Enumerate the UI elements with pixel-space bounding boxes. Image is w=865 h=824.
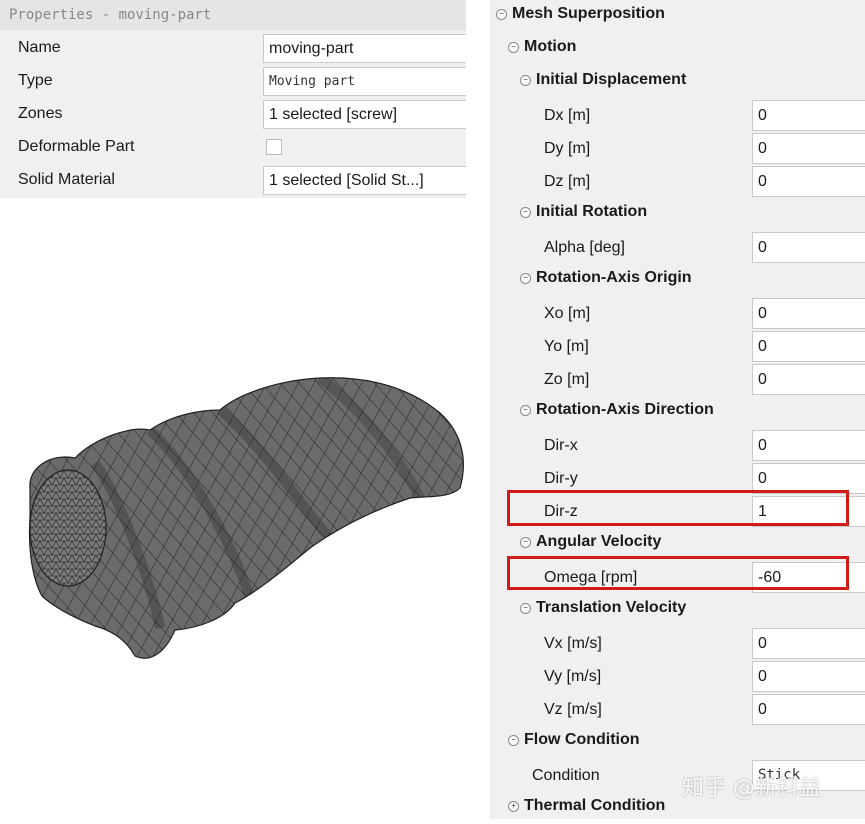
vy-input[interactable]: 0 [752,661,865,692]
tree-group-label: Rotation-Axis Direction [536,401,714,418]
collapse-toggle-icon[interactable]: − [520,603,531,614]
tree-row-omega: Omega [rpm] -60 [490,561,865,594]
tree-row-mesh-superposition[interactable]: − Mesh Superposition [490,0,865,33]
omega-input[interactable]: -60 [752,562,865,593]
type-field[interactable]: Moving part [263,67,466,96]
3d-viewport[interactable] [0,198,466,819]
vx-input[interactable]: 0 [752,628,865,659]
collapse-toggle-icon[interactable]: − [520,405,531,416]
tree-row-translation-velocity[interactable]: − Translation Velocity [490,594,865,627]
tree-row-dz: Dz [m] 0 [490,165,865,198]
field-label: Dir-x [544,437,578,454]
field-label: Dx [m] [544,107,591,124]
field-label: Zo [m] [544,371,590,388]
tree-group-label: Motion [524,38,577,55]
tree-group-label: Flow Condition [524,731,640,748]
tree-row-motion[interactable]: − Motion [490,33,865,66]
collapse-toggle-icon[interactable]: − [520,537,531,548]
property-row-type: Type Moving part [0,65,466,98]
xo-input[interactable]: 0 [752,298,865,329]
tree-row-angular-velocity[interactable]: − Angular Velocity [490,528,865,561]
dy-input[interactable]: 0 [752,133,865,164]
solid-material-field[interactable]: 1 selected [Solid St...] [263,166,466,195]
tree-row-initial-displacement[interactable]: − Initial Displacement [490,66,865,99]
property-label: Solid Material [18,171,115,188]
tree-row-yo: Yo [m] 0 [490,330,865,363]
tree-group-label: Initial Rotation [536,203,648,220]
tree-row-initial-rotation[interactable]: − Initial Rotation [490,198,865,231]
tree-row-flow-condition[interactable]: − Flow Condition [490,726,865,759]
tree-row-vz: Vz [m/s] 0 [490,693,865,726]
yo-input[interactable]: 0 [752,331,865,362]
tree-group-label: Thermal Condition [524,797,666,814]
collapse-toggle-icon[interactable]: − [520,273,531,284]
collapse-toggle-icon[interactable]: − [508,735,519,746]
tree-row-alpha: Alpha [deg] 0 [490,231,865,264]
mesh-superposition-tree: − Mesh Superposition − Motion − Initial Dis… [490,0,865,819]
tree-row-dy: Dy [m] 0 [490,132,865,165]
property-row-deformable: Deformable Part [0,131,466,164]
vz-input[interactable]: 0 [752,694,865,725]
alpha-input[interactable]: 0 [752,232,865,263]
property-row-zones: Zones 1 selected [screw] [0,98,466,131]
watermark: 知乎 @新科益 [682,776,821,801]
property-label: Deformable Part [18,138,135,155]
tree-row-xo: Xo [m] 0 [490,297,865,330]
tree-row-dir-z: Dir-z 1 [490,495,865,528]
dz-input[interactable]: 0 [752,166,865,197]
tree-group-label: Angular Velocity [536,533,662,550]
properties-panel: Properties - moving-part Name moving-par… [0,0,466,819]
field-label: Vy [m/s] [544,668,602,685]
tree-row-rotation-axis-direction[interactable]: − Rotation-Axis Direction [490,396,865,429]
property-label: Zones [18,105,63,122]
tree-row-vx: Vx [m/s] 0 [490,627,865,660]
tree-group-label: Rotation-Axis Origin [536,269,692,286]
collapse-toggle-icon[interactable]: − [520,207,531,218]
tree-row-vy: Vy [m/s] 0 [490,660,865,693]
collapse-toggle-icon[interactable]: − [508,42,519,53]
name-field[interactable]: moving-part [263,34,466,63]
field-label: Dz [m] [544,173,591,190]
dir-y-input[interactable]: 0 [752,463,865,494]
field-label: Dir-y [544,470,578,487]
collapse-toggle-icon[interactable]: − [496,9,507,20]
collapse-toggle-icon[interactable]: − [520,75,531,86]
field-label: Dir-z [544,503,578,520]
field-label: Omega [rpm] [544,569,638,586]
tree-row-rotation-axis-origin[interactable]: − Rotation-Axis Origin [490,264,865,297]
field-label: Vx [m/s] [544,635,602,652]
property-label: Type [18,72,53,89]
dir-z-input[interactable]: 1 [752,496,865,527]
tree-group-label: Initial Displacement [536,71,687,88]
field-label: Condition [532,767,600,784]
properties-table: Name moving-part Type Moving part Zones … [0,30,466,198]
tree-row-dir-y: Dir-y 0 [490,462,865,495]
screw-end-face [29,469,107,587]
deformable-part-checkbox[interactable] [266,139,282,155]
properties-title: Properties - moving-part [0,0,466,30]
property-label: Name [18,39,61,56]
property-row-name: Name moving-part [0,32,466,65]
tree-group-label: Mesh Superposition [512,5,665,22]
screw-mesh-model [28,377,464,659]
tree-row-dir-x: Dir-x 0 [490,429,865,462]
tree-row-zo: Zo [m] 0 [490,363,865,396]
field-label: Dy [m] [544,140,591,157]
zo-input[interactable]: 0 [752,364,865,395]
field-label: Yo [m] [544,338,589,355]
tree-row-dx: Dx [m] 0 [490,99,865,132]
property-row-material: Solid Material 1 selected [Solid St...] [0,164,466,197]
field-label: Alpha [deg] [544,239,625,256]
tree-group-label: Translation Velocity [536,599,687,616]
dx-input[interactable]: 0 [752,100,865,131]
field-label: Vz [m/s] [544,701,602,718]
collapse-toggle-icon[interactable]: + [508,801,519,812]
field-label: Xo [m] [544,305,591,322]
zones-field[interactable]: 1 selected [screw] [263,100,466,129]
dir-x-input[interactable]: 0 [752,430,865,461]
